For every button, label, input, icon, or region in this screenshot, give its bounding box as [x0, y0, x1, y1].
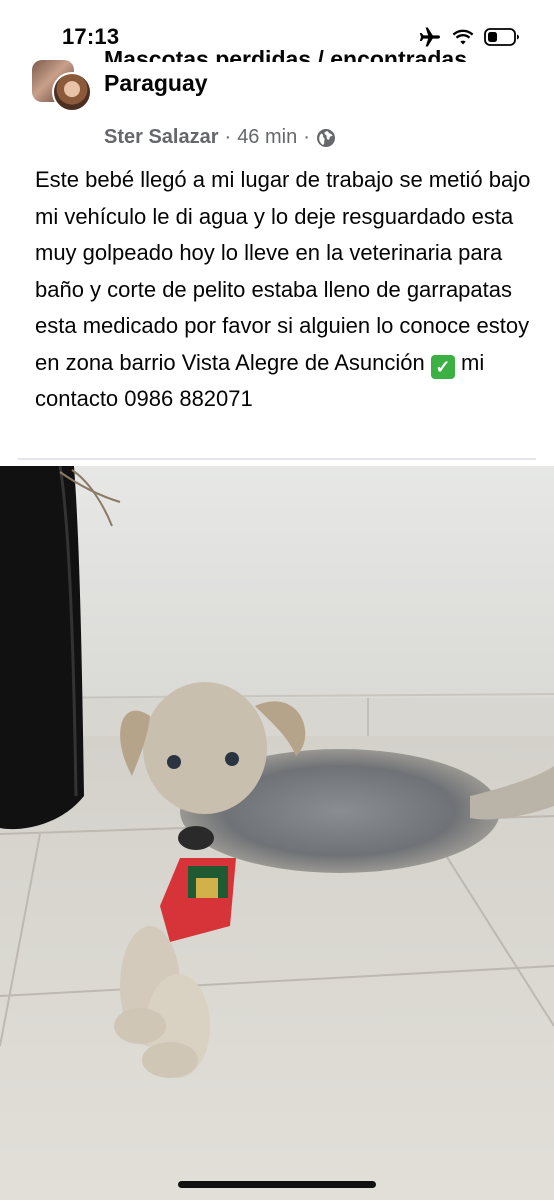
post-header: Mascotas perdidas / encontradas Paraguay…	[0, 46, 554, 166]
divider	[18, 458, 536, 460]
author-name[interactable]: Ster Salazar	[104, 126, 219, 149]
group-name[interactable]: Mascotas perdidas / encontradas Paraguay	[104, 46, 534, 104]
meta-separator: ·	[303, 126, 310, 148]
group-name-line2[interactable]: Paraguay	[104, 68, 534, 98]
globe-icon[interactable]	[316, 128, 336, 148]
post-photo[interactable]	[0, 466, 554, 1200]
post-meta: Ster Salazar · 46 min ·	[104, 126, 336, 149]
meta-separator: ·	[224, 126, 232, 148]
check-mark-emoji-icon: ✓	[430, 354, 455, 379]
avatar-stack[interactable]	[32, 56, 96, 112]
post-text: Este bebé llegó a mi lugar de trabajo se…	[35, 167, 531, 375]
post-time[interactable]: 46 min	[237, 126, 297, 149]
post-body: Este bebé llegó a mi lugar de trabajo se…	[35, 162, 535, 418]
user-avatar[interactable]	[52, 72, 92, 112]
home-indicator[interactable]	[178, 1181, 376, 1188]
group-name-line1[interactable]: Mascotas perdidas / encontradas	[104, 44, 534, 62]
